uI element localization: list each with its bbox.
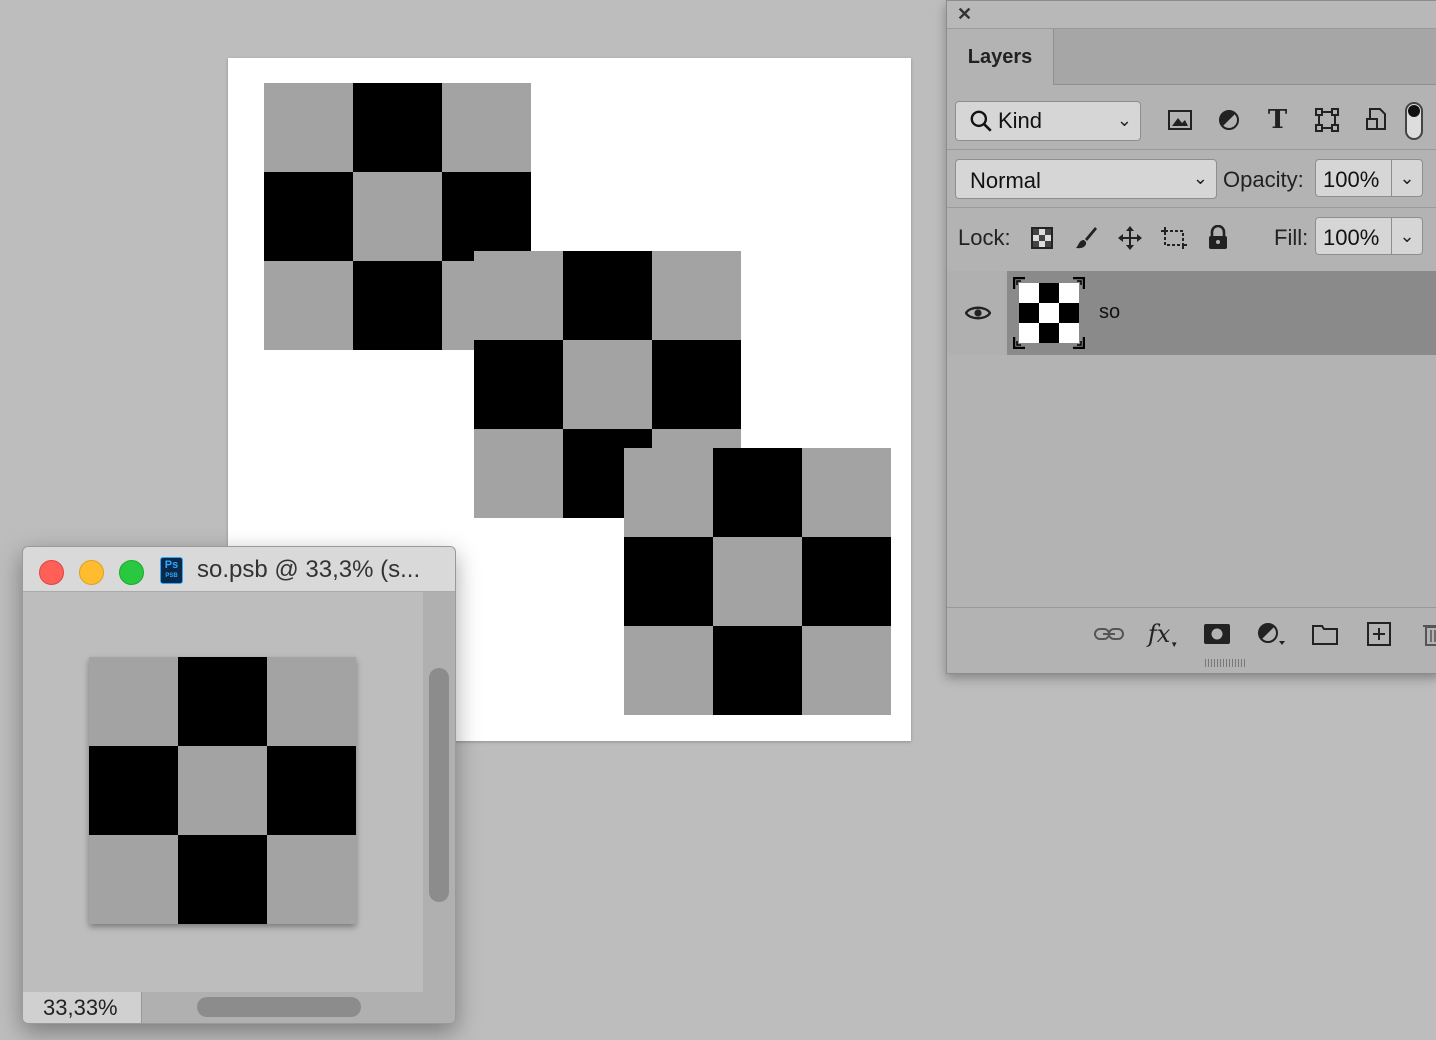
layer-row[interactable]: so xyxy=(947,271,1436,355)
opacity-value[interactable]: 100% xyxy=(1323,167,1379,193)
lock-image-pixels-brush-icon[interactable] xyxy=(1071,223,1101,253)
photoshop-file-icon: Ps PSB xyxy=(160,557,183,584)
layer-thumbnail[interactable] xyxy=(1012,276,1086,350)
layers-bottom-toolbar: fx ▼ xyxy=(947,607,1436,660)
minimize-window-button[interactable] xyxy=(79,560,104,585)
new-adjustment-layer-icon[interactable] xyxy=(1255,618,1287,650)
tab-layers[interactable]: Layers xyxy=(947,29,1054,85)
layer-name: so xyxy=(1099,301,1121,323)
new-layer-icon[interactable] xyxy=(1363,618,1395,650)
close-icon[interactable]: ✕ xyxy=(957,4,972,25)
chevron-down-icon: ⌄ xyxy=(1192,168,1208,188)
lock-all-padlock-icon[interactable] xyxy=(1203,223,1233,253)
shape-layer-filter-icon[interactable] xyxy=(1312,105,1341,135)
window-title: so.psb @ 33,3% (s... xyxy=(197,556,421,583)
zoom-level[interactable]: 33,33% xyxy=(43,995,118,1021)
chevron-down-icon: ⌄ xyxy=(1116,110,1132,130)
blend-mode-label: Normal xyxy=(970,168,1041,193)
panel-resize-grip[interactable] xyxy=(1205,659,1245,667)
vertical-scrollbar[interactable] xyxy=(423,592,455,992)
lock-artboard-icon[interactable] xyxy=(1159,223,1189,253)
link-layers-icon[interactable] xyxy=(1093,618,1125,650)
search-icon xyxy=(970,110,992,132)
lock-transparent-pixels-icon[interactable] xyxy=(1027,223,1057,253)
add-mask-icon[interactable] xyxy=(1201,618,1233,650)
divider xyxy=(947,149,1436,150)
document-canvas-area[interactable] xyxy=(23,592,423,992)
lock-label: Lock: xyxy=(958,225,1011,250)
window-title-bar[interactable]: Ps PSB so.psb @ 33,3% (s... xyxy=(23,547,455,592)
panel-tab-bar: Layers xyxy=(947,29,1436,85)
chevron-down-icon[interactable]: ⌄ xyxy=(1391,160,1422,196)
filter-icons: T xyxy=(1165,105,1390,135)
new-group-folder-icon[interactable] xyxy=(1309,618,1341,650)
kind-filter-label: Kind xyxy=(998,108,1043,133)
layer-visibility-toggle[interactable] xyxy=(947,271,1008,355)
blend-mode-select[interactable]: Normal ⌄ xyxy=(955,159,1217,199)
filter-toggle[interactable] xyxy=(1405,102,1423,140)
panel-header: ✕ xyxy=(947,1,1436,29)
adjustment-layer-filter-icon[interactable] xyxy=(1214,105,1243,135)
fill-label: Fill: xyxy=(1274,225,1309,250)
vertical-scroll-thumb[interactable] xyxy=(429,668,449,902)
delete-layer-trash-icon[interactable] xyxy=(1417,618,1436,650)
opacity-field[interactable]: 100% ⌄ xyxy=(1315,159,1423,197)
fill-field[interactable]: 100% ⌄ xyxy=(1315,217,1423,255)
close-window-button[interactable] xyxy=(39,560,64,585)
lock-icons xyxy=(1027,223,1233,253)
kind-filter-select[interactable]: Kind ⌄ xyxy=(955,101,1141,141)
pixel-layer-filter-icon[interactable] xyxy=(1165,105,1194,135)
smart-object-preview[interactable] xyxy=(89,657,356,924)
lock-position-move-icon[interactable] xyxy=(1115,223,1145,253)
type-layer-filter-icon[interactable]: T xyxy=(1263,105,1292,135)
layer-style-fx-icon[interactable]: fx ▼ xyxy=(1147,618,1179,650)
chevron-down-icon[interactable]: ⌄ xyxy=(1391,218,1422,254)
zoom-level-field[interactable]: 33,33% xyxy=(23,992,142,1023)
document-window: Ps PSB so.psb @ 33,3% (s... 33,33% xyxy=(22,546,456,1024)
status-bar: 33,33% xyxy=(23,992,455,1023)
layers-panel: ✕ Layers Kind ⌄ T Normal ⌄ Opacity: 100%… xyxy=(946,0,1436,674)
opacity-label: Opacity: xyxy=(1223,167,1304,192)
horizontal-scroll-thumb[interactable] xyxy=(197,997,361,1017)
divider xyxy=(947,207,1436,208)
fill-value[interactable]: 100% xyxy=(1323,225,1379,251)
smart-object-filter-icon[interactable] xyxy=(1361,105,1390,135)
zoom-window-button[interactable] xyxy=(119,560,144,585)
checker-tile-3[interactable] xyxy=(624,448,891,715)
eye-icon xyxy=(965,306,991,320)
